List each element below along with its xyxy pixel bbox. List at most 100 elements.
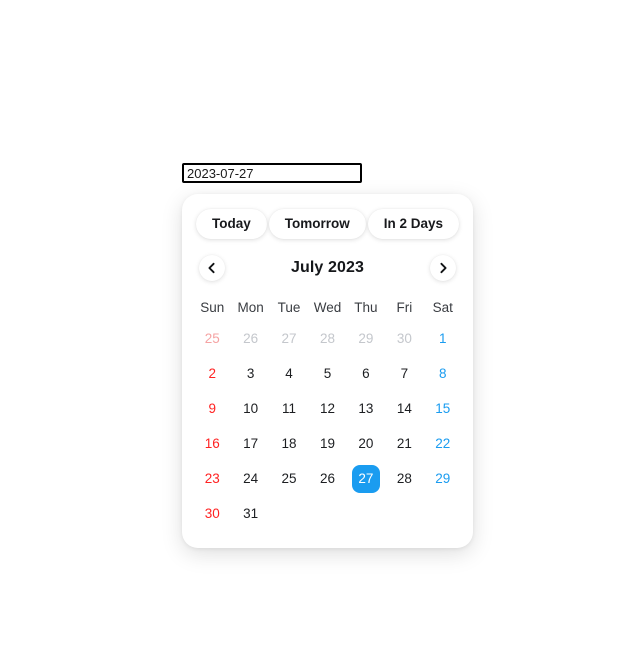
day-cell: 12: [308, 391, 346, 426]
date-picker-panel: Today Tomorrow In 2 Days July 2023 Sun M…: [182, 194, 473, 548]
day-button[interactable]: 15: [429, 395, 457, 423]
day-cell: 24: [231, 461, 269, 496]
day-cell: 5: [308, 356, 346, 391]
day-button[interactable]: 10: [237, 395, 265, 423]
day-cell: [308, 496, 346, 531]
day-cell: 21: [385, 426, 423, 461]
day-button[interactable]: 23: [198, 465, 226, 493]
day-button[interactable]: 28: [390, 465, 418, 493]
weekday-header-thu: Thu: [354, 300, 378, 315]
day-cell: 23: [193, 461, 231, 496]
day-empty: [313, 500, 341, 528]
day-button[interactable]: 1: [429, 325, 457, 353]
day-cell: 2: [193, 356, 231, 391]
quick-actions-row: Today Tomorrow In 2 Days: [193, 209, 462, 239]
day-button[interactable]: 22: [429, 430, 457, 458]
day-cell: [347, 496, 385, 531]
day-cell: 19: [308, 426, 346, 461]
day-cell: 8: [424, 356, 462, 391]
day-button[interactable]: 3: [237, 360, 265, 388]
day-outside-month[interactable]: 30: [390, 325, 418, 353]
day-cell: 15: [424, 391, 462, 426]
day-button[interactable]: 2: [198, 360, 226, 388]
weekday-header-sun: Sun: [200, 300, 225, 315]
day-button[interactable]: 30: [198, 500, 226, 528]
day-button[interactable]: 29: [429, 465, 457, 493]
day-cell: [424, 496, 462, 531]
day-button[interactable]: 12: [313, 395, 341, 423]
day-outside-month[interactable]: 28: [313, 325, 341, 353]
month-year-title: July 2023: [291, 259, 364, 276]
weekday-header-sat: Sat: [432, 300, 453, 315]
day-button[interactable]: 11: [275, 395, 303, 423]
day-cell: 31: [231, 496, 269, 531]
day-cell: 22: [424, 426, 462, 461]
day-empty: [352, 500, 380, 528]
day-cell: 17: [231, 426, 269, 461]
day-cell: 14: [385, 391, 423, 426]
day-cell: 28: [385, 461, 423, 496]
day-outside-month[interactable]: 27: [275, 325, 303, 353]
day-cell: 25: [270, 461, 308, 496]
quick-action-tomorrow[interactable]: Tomorrow: [268, 209, 366, 239]
day-cell: 29: [424, 461, 462, 496]
day-button[interactable]: 13: [352, 395, 380, 423]
weekday-header-fri: Fri: [396, 300, 413, 315]
day-cell: 29: [347, 321, 385, 356]
day-cell: 30: [193, 496, 231, 531]
day-button[interactable]: 7: [390, 360, 418, 388]
day-cell: 20: [347, 426, 385, 461]
weekday-header-wed: Wed: [313, 300, 342, 315]
day-outside-month[interactable]: 25: [198, 325, 226, 353]
chevron-left-icon: [205, 261, 219, 275]
day-cell: 7: [385, 356, 423, 391]
day-button[interactable]: 4: [275, 360, 303, 388]
day-button[interactable]: 25: [275, 465, 303, 493]
day-cell: 4: [270, 356, 308, 391]
date-input[interactable]: [182, 163, 362, 183]
day-button[interactable]: 31: [237, 500, 265, 528]
day-cell: 10: [231, 391, 269, 426]
day-button[interactable]: 21: [390, 430, 418, 458]
day-cell: [270, 496, 308, 531]
day-cell: 16: [193, 426, 231, 461]
day-button[interactable]: 8: [429, 360, 457, 388]
day-button[interactable]: 9: [198, 395, 226, 423]
date-input-container: [182, 163, 362, 183]
chevron-right-icon: [436, 261, 450, 275]
quick-action-today[interactable]: Today: [196, 209, 267, 239]
day-empty: [275, 500, 303, 528]
day-cell: 11: [270, 391, 308, 426]
day-cell: 25: [193, 321, 231, 356]
day-cell: 18: [270, 426, 308, 461]
day-cell: 27: [347, 461, 385, 496]
prev-month-button[interactable]: [199, 255, 225, 281]
day-cell: 28: [308, 321, 346, 356]
day-button[interactable]: 18: [275, 430, 303, 458]
day-outside-month[interactable]: 29: [352, 325, 380, 353]
day-cell: 30: [385, 321, 423, 356]
day-selected[interactable]: 27: [351, 464, 380, 493]
month-navigation: July 2023: [193, 255, 462, 281]
day-button[interactable]: 19: [313, 430, 341, 458]
day-button[interactable]: 17: [237, 430, 265, 458]
day-button[interactable]: 24: [237, 465, 265, 493]
day-cell: 1: [424, 321, 462, 356]
day-cell: 26: [308, 461, 346, 496]
day-cell: 9: [193, 391, 231, 426]
day-cell: 27: [270, 321, 308, 356]
day-button[interactable]: 14: [390, 395, 418, 423]
day-cell: 13: [347, 391, 385, 426]
weekday-header-tue: Tue: [277, 300, 301, 315]
day-button[interactable]: 6: [352, 360, 380, 388]
day-empty: [390, 500, 418, 528]
next-month-button[interactable]: [430, 255, 456, 281]
day-button[interactable]: 26: [313, 465, 341, 493]
day-cell: 3: [231, 356, 269, 391]
day-outside-month[interactable]: 26: [237, 325, 265, 353]
day-button[interactable]: 20: [352, 430, 380, 458]
day-button[interactable]: 16: [198, 430, 226, 458]
day-button[interactable]: 5: [313, 360, 341, 388]
weekday-header-mon: Mon: [237, 300, 264, 315]
quick-action-in-2-days[interactable]: In 2 Days: [367, 209, 459, 239]
